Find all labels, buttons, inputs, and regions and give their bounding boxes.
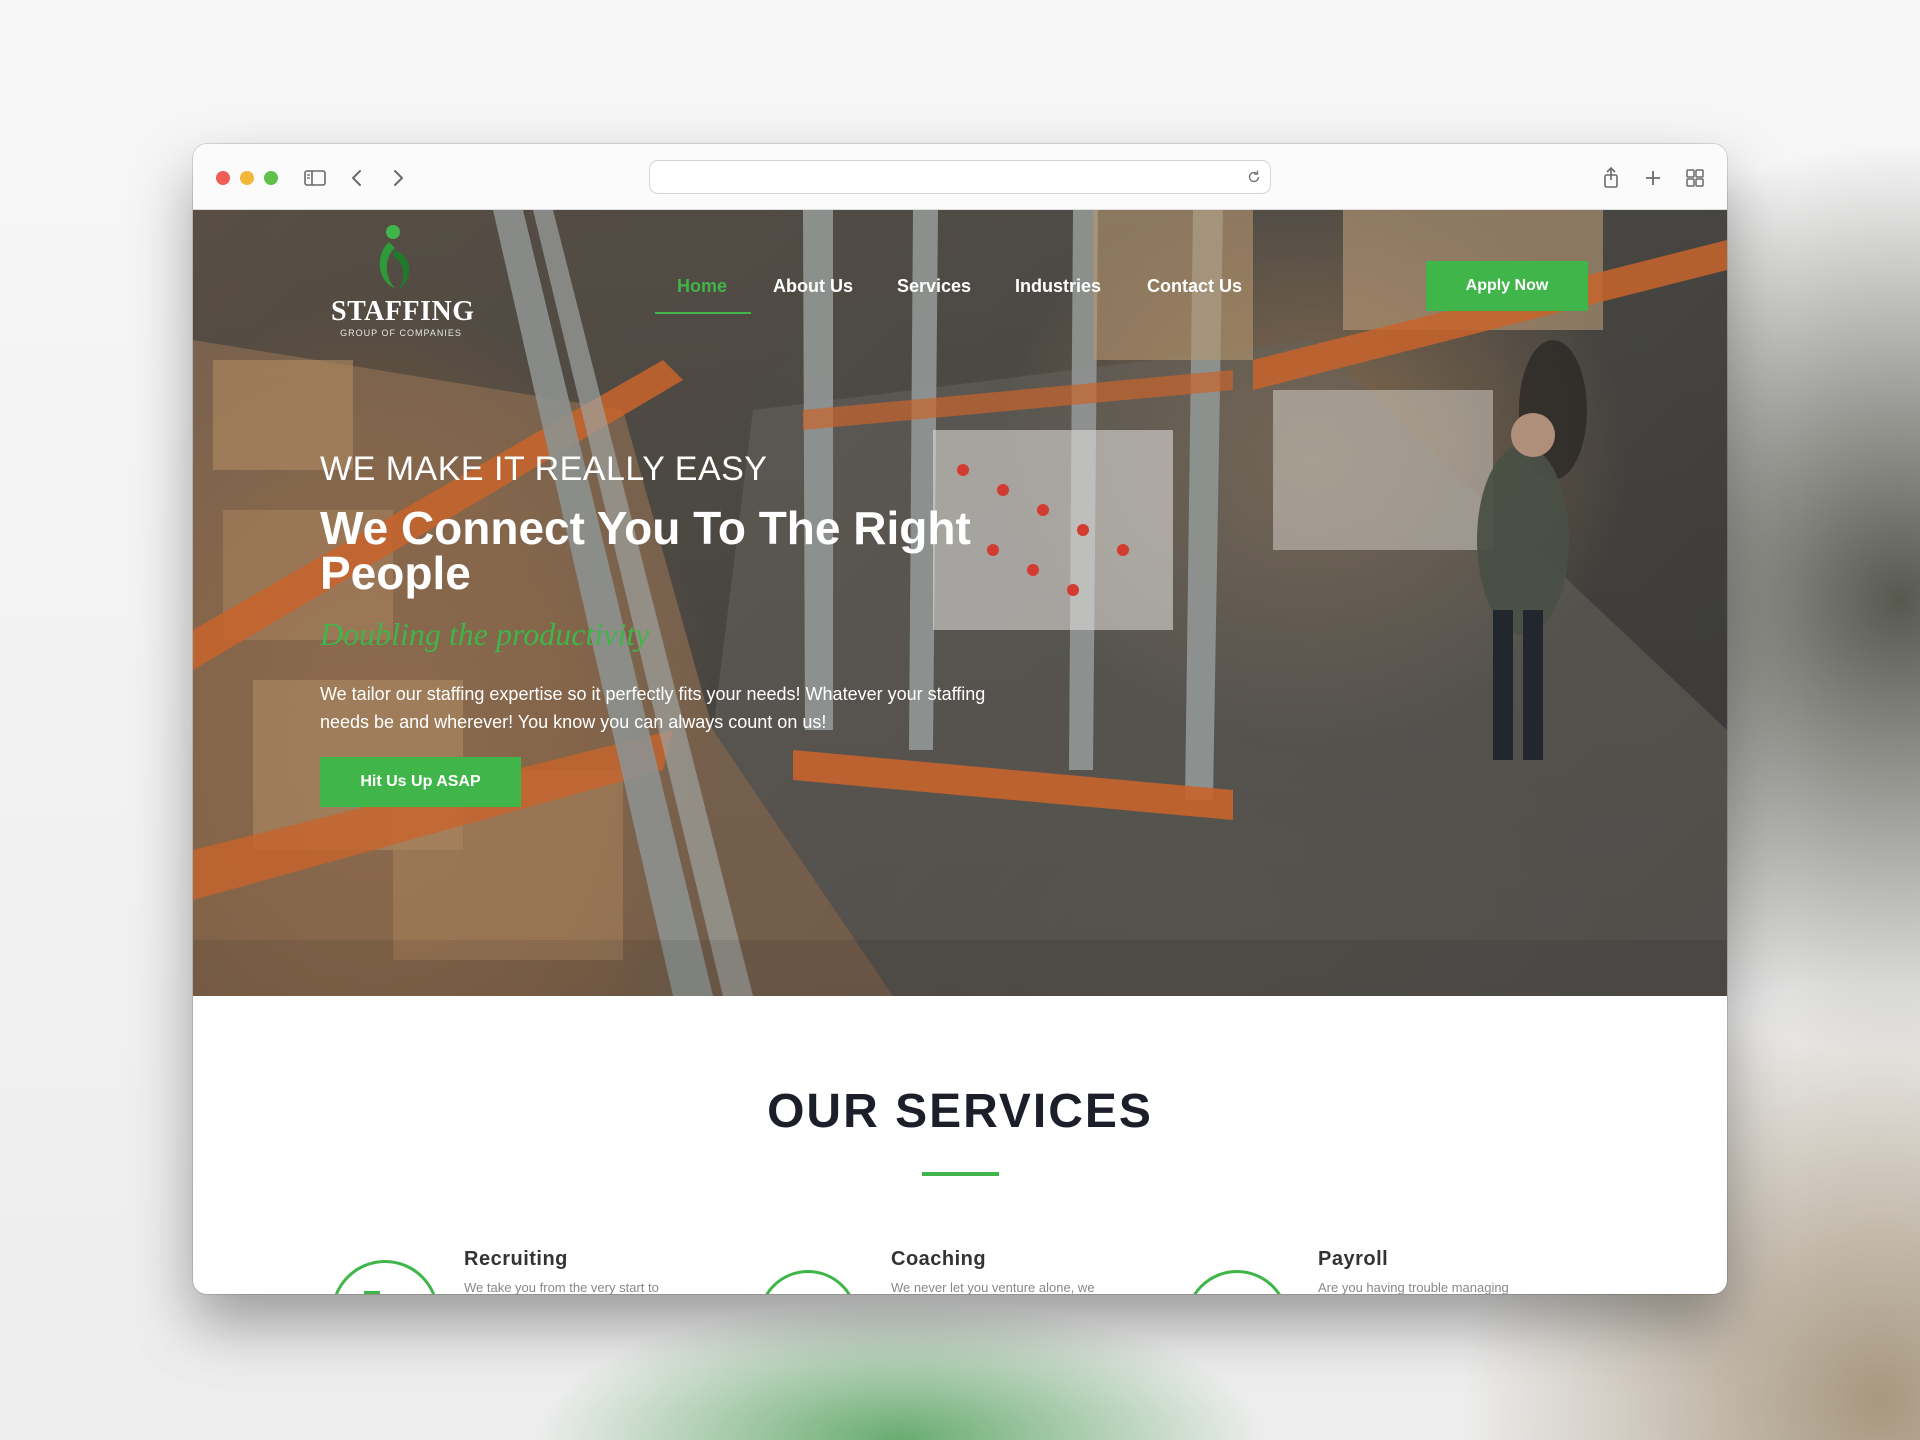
back-icon[interactable] <box>343 164 371 192</box>
services-section: OUR SERVICES Recruiting We take you from… <box>193 996 1727 1294</box>
zoom-window-button[interactable] <box>264 171 278 185</box>
site-logo[interactable]: STAFFING GROUP OF COMPANIES <box>331 220 475 338</box>
services-title-divider <box>922 1172 999 1176</box>
nav-item-about-us[interactable]: About Us <box>773 276 853 297</box>
forward-icon[interactable] <box>384 164 412 192</box>
services-title: OUR SERVICES <box>767 1085 1153 1138</box>
nav-item-services[interactable]: Services <box>897 276 971 297</box>
browser-window: STAFFING GROUP OF COMPANIES Home About U… <box>193 144 1727 1294</box>
close-window-button[interactable] <box>216 171 230 185</box>
minimize-window-button[interactable] <box>240 171 254 185</box>
service-description: Are you having trouble managing <box>1318 1280 1509 1294</box>
hit-us-up-button[interactable]: Hit Us Up ASAP <box>320 757 521 807</box>
nav-item-home[interactable]: Home <box>677 276 727 297</box>
address-bar[interactable] <box>649 160 1271 194</box>
nav-active-indicator <box>655 312 751 314</box>
hero-section: STAFFING GROUP OF COMPANIES Home About U… <box>193 210 1727 996</box>
logo-wordmark: STAFFING <box>331 296 475 327</box>
nav-item-contact-us[interactable]: Contact Us <box>1147 276 1242 297</box>
sidebar-icon[interactable] <box>301 164 329 192</box>
service-description: We never let you venture alone, we <box>891 1280 1095 1294</box>
staffing-logo-icon <box>379 225 410 290</box>
apply-now-button[interactable]: Apply Now <box>1426 261 1588 311</box>
new-tab-icon[interactable] <box>1639 164 1667 192</box>
service-name: Payroll <box>1318 1248 1389 1270</box>
coaching-icon <box>758 1270 858 1294</box>
service-card-payroll[interactable]: Payroll Are you having trouble managing <box>1185 1248 1565 1294</box>
hero-headline: We Connect You To The Right People <box>320 502 971 599</box>
payroll-icon <box>1185 1270 1289 1294</box>
service-name: Recruiting <box>464 1248 568 1270</box>
hero-description: We tailor our staffing expertise so it p… <box>320 684 986 732</box>
service-description: We take you from the very start to <box>464 1280 659 1294</box>
share-icon[interactable] <box>1597 164 1625 192</box>
reload-icon[interactable] <box>1246 169 1262 185</box>
tab-overview-icon[interactable] <box>1681 164 1709 192</box>
service-card-recruiting[interactable]: Recruiting We take you from the very sta… <box>331 1248 711 1294</box>
hero-script-tagline: Doubling the productivity <box>320 616 650 652</box>
service-card-coaching[interactable]: Coaching We never let you venture alone,… <box>758 1248 1138 1294</box>
browser-toolbar <box>193 144 1727 210</box>
nav-item-industries[interactable]: Industries <box>1015 276 1101 297</box>
hero-eyebrow: WE MAKE IT REALLY EASY <box>320 450 768 488</box>
recruiting-icon <box>331 1260 439 1294</box>
logo-tagline: GROUP OF COMPANIES <box>340 328 462 338</box>
service-name: Coaching <box>891 1248 987 1270</box>
